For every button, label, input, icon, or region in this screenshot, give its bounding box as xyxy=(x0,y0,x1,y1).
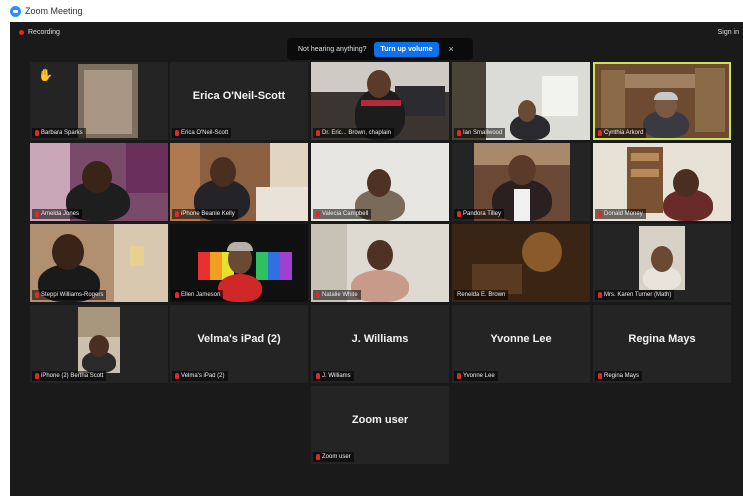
participant-tile-zoom-user[interactable]: Zoom user Zoom user xyxy=(311,386,449,464)
name-label: Steppi Williams-Rogers xyxy=(32,290,107,300)
recording-label: Recording xyxy=(28,29,60,36)
muted-mic-icon xyxy=(35,211,39,217)
participant-tile-natalie-white[interactable]: Natalie White xyxy=(311,224,449,302)
name-label: Valecia Campbell xyxy=(313,209,372,219)
participant-tile-dr-brown[interactable]: Dr. Eric... Brown, chaplain xyxy=(311,62,449,140)
video-feed xyxy=(78,64,138,138)
participant-display-name: J. Williams xyxy=(351,333,409,345)
participant-tile-ellen-jameson[interactable]: Ellen Jameson xyxy=(170,224,308,302)
sign-in-link[interactable]: Sign in xyxy=(718,29,739,36)
participant-tile-iphone-beanie-kelly[interactable]: iPhone Beanie Kelly xyxy=(170,143,308,221)
name-label: Renelda E. Brown xyxy=(454,290,509,300)
name-label: Ellen Jameson xyxy=(172,290,224,300)
name-label: Yvonne Lee xyxy=(454,371,498,381)
name-label: Zoom user xyxy=(313,452,354,462)
muted-mic-icon xyxy=(35,292,39,298)
participant-tile-ian-smallwood[interactable]: Ian Smallwood xyxy=(452,62,590,140)
name-label: iPhone Beanie Kelly xyxy=(172,209,238,219)
muted-mic-icon xyxy=(35,373,39,379)
recording-indicator[interactable]: Recording xyxy=(19,29,60,36)
muted-mic-icon xyxy=(457,373,461,379)
name-label: Velma's iPad (2) xyxy=(172,371,228,381)
name-label: Mrs. Karen Turner (Math) xyxy=(595,290,675,300)
participant-tile-amelda-jones[interactable]: Amelda Jones xyxy=(30,143,168,221)
muted-mic-icon xyxy=(598,373,602,379)
raised-hand-icon: ✋ xyxy=(38,68,53,82)
participant-display-name: Velma's iPad (2) xyxy=(197,333,281,345)
zoom-logo-icon xyxy=(10,5,21,17)
window-title: Zoom Meeting xyxy=(25,6,83,16)
name-label: Ian Smallwood xyxy=(454,128,506,138)
participant-display-name: Regina Mays xyxy=(628,333,696,345)
close-icon[interactable]: × xyxy=(448,44,453,54)
name-label: Amelda Jones xyxy=(32,209,83,219)
muted-mic-icon xyxy=(316,130,320,136)
muted-mic-icon xyxy=(316,292,320,298)
meeting-window: Recording Sign in Not hearing anything? … xyxy=(10,22,743,496)
participant-display-name: Yvonne Lee xyxy=(490,333,552,345)
audio-notice: Not hearing anything? Turn up volume × xyxy=(287,38,473,60)
participant-tile-bertha-scott[interactable]: iPhone (2) Bertha Scott xyxy=(30,305,168,383)
turn-up-volume-button[interactable]: Turn up volume xyxy=(373,41,440,57)
muted-mic-icon xyxy=(316,211,320,217)
participant-display-name: Erica O'Neil-Scott xyxy=(192,90,286,102)
video-feed xyxy=(595,64,729,138)
name-label: J. Williams xyxy=(313,371,354,381)
participant-tile-cynthia-arkord[interactable]: Cynthia Arkord xyxy=(593,62,731,140)
participant-tile-barbara-sparks[interactable]: ✋ Barbara Sparks xyxy=(30,62,168,140)
participant-tile-pandora-tilley[interactable]: Pandora Tilley xyxy=(452,143,590,221)
participant-tile-j-williams[interactable]: J. Williams J. Williams xyxy=(311,305,449,383)
audio-notice-text: Not hearing anything? xyxy=(298,45,367,53)
muted-mic-icon xyxy=(598,292,602,298)
name-label: Donald Money xyxy=(595,209,646,219)
recording-dot-icon xyxy=(19,30,24,35)
name-label: Natalie White xyxy=(313,290,361,300)
muted-mic-icon xyxy=(175,292,179,298)
muted-mic-icon xyxy=(35,130,39,136)
participant-tile-karen-turner[interactable]: Mrs. Karen Turner (Math) xyxy=(593,224,731,302)
muted-mic-icon xyxy=(175,130,179,136)
participant-tile-renelda-e-brown[interactable]: Renelda E. Brown xyxy=(452,224,590,302)
muted-mic-icon xyxy=(598,130,602,136)
participant-tile-steppi-williams-rogers[interactable]: Steppi Williams-Rogers xyxy=(30,224,168,302)
participant-tile-yvonne-lee[interactable]: Yvonne Lee Yvonne Lee xyxy=(452,305,590,383)
muted-mic-icon xyxy=(598,211,602,217)
name-label: Regina Mays xyxy=(595,371,643,381)
name-label: Cynthia Arkord xyxy=(595,128,647,138)
participant-display-name: Zoom user xyxy=(351,414,409,426)
muted-mic-icon xyxy=(175,211,179,217)
participant-tile-erica-oneil-scott[interactable]: Erica O'Neil-Scott Erica O'Neil-Scott xyxy=(170,62,308,140)
name-label: Pandora Tilley xyxy=(454,209,505,219)
name-label: Barbara Sparks xyxy=(32,128,86,138)
video-feed xyxy=(639,226,685,290)
muted-mic-icon xyxy=(457,211,461,217)
muted-mic-icon xyxy=(457,130,461,136)
name-label: Dr. Eric... Brown, chaplain xyxy=(313,128,395,138)
participant-tile-velmas-ipad[interactable]: Velma's iPad (2) Velma's iPad (2) xyxy=(170,305,308,383)
muted-mic-icon xyxy=(316,454,320,460)
muted-mic-icon xyxy=(175,373,179,379)
name-label: iPhone (2) Bertha Scott xyxy=(32,371,107,381)
participant-tile-regina-mays[interactable]: Regina Mays Regina Mays xyxy=(593,305,731,383)
name-label: Erica O'Neil-Scott xyxy=(172,128,232,138)
title-bar: Zoom Meeting xyxy=(0,0,743,22)
participant-tile-donald-money[interactable]: Donald Money xyxy=(593,143,731,221)
muted-mic-icon xyxy=(316,373,320,379)
participant-tile-valecia-campbell[interactable]: Valecia Campbell xyxy=(311,143,449,221)
video-feed xyxy=(78,307,120,373)
